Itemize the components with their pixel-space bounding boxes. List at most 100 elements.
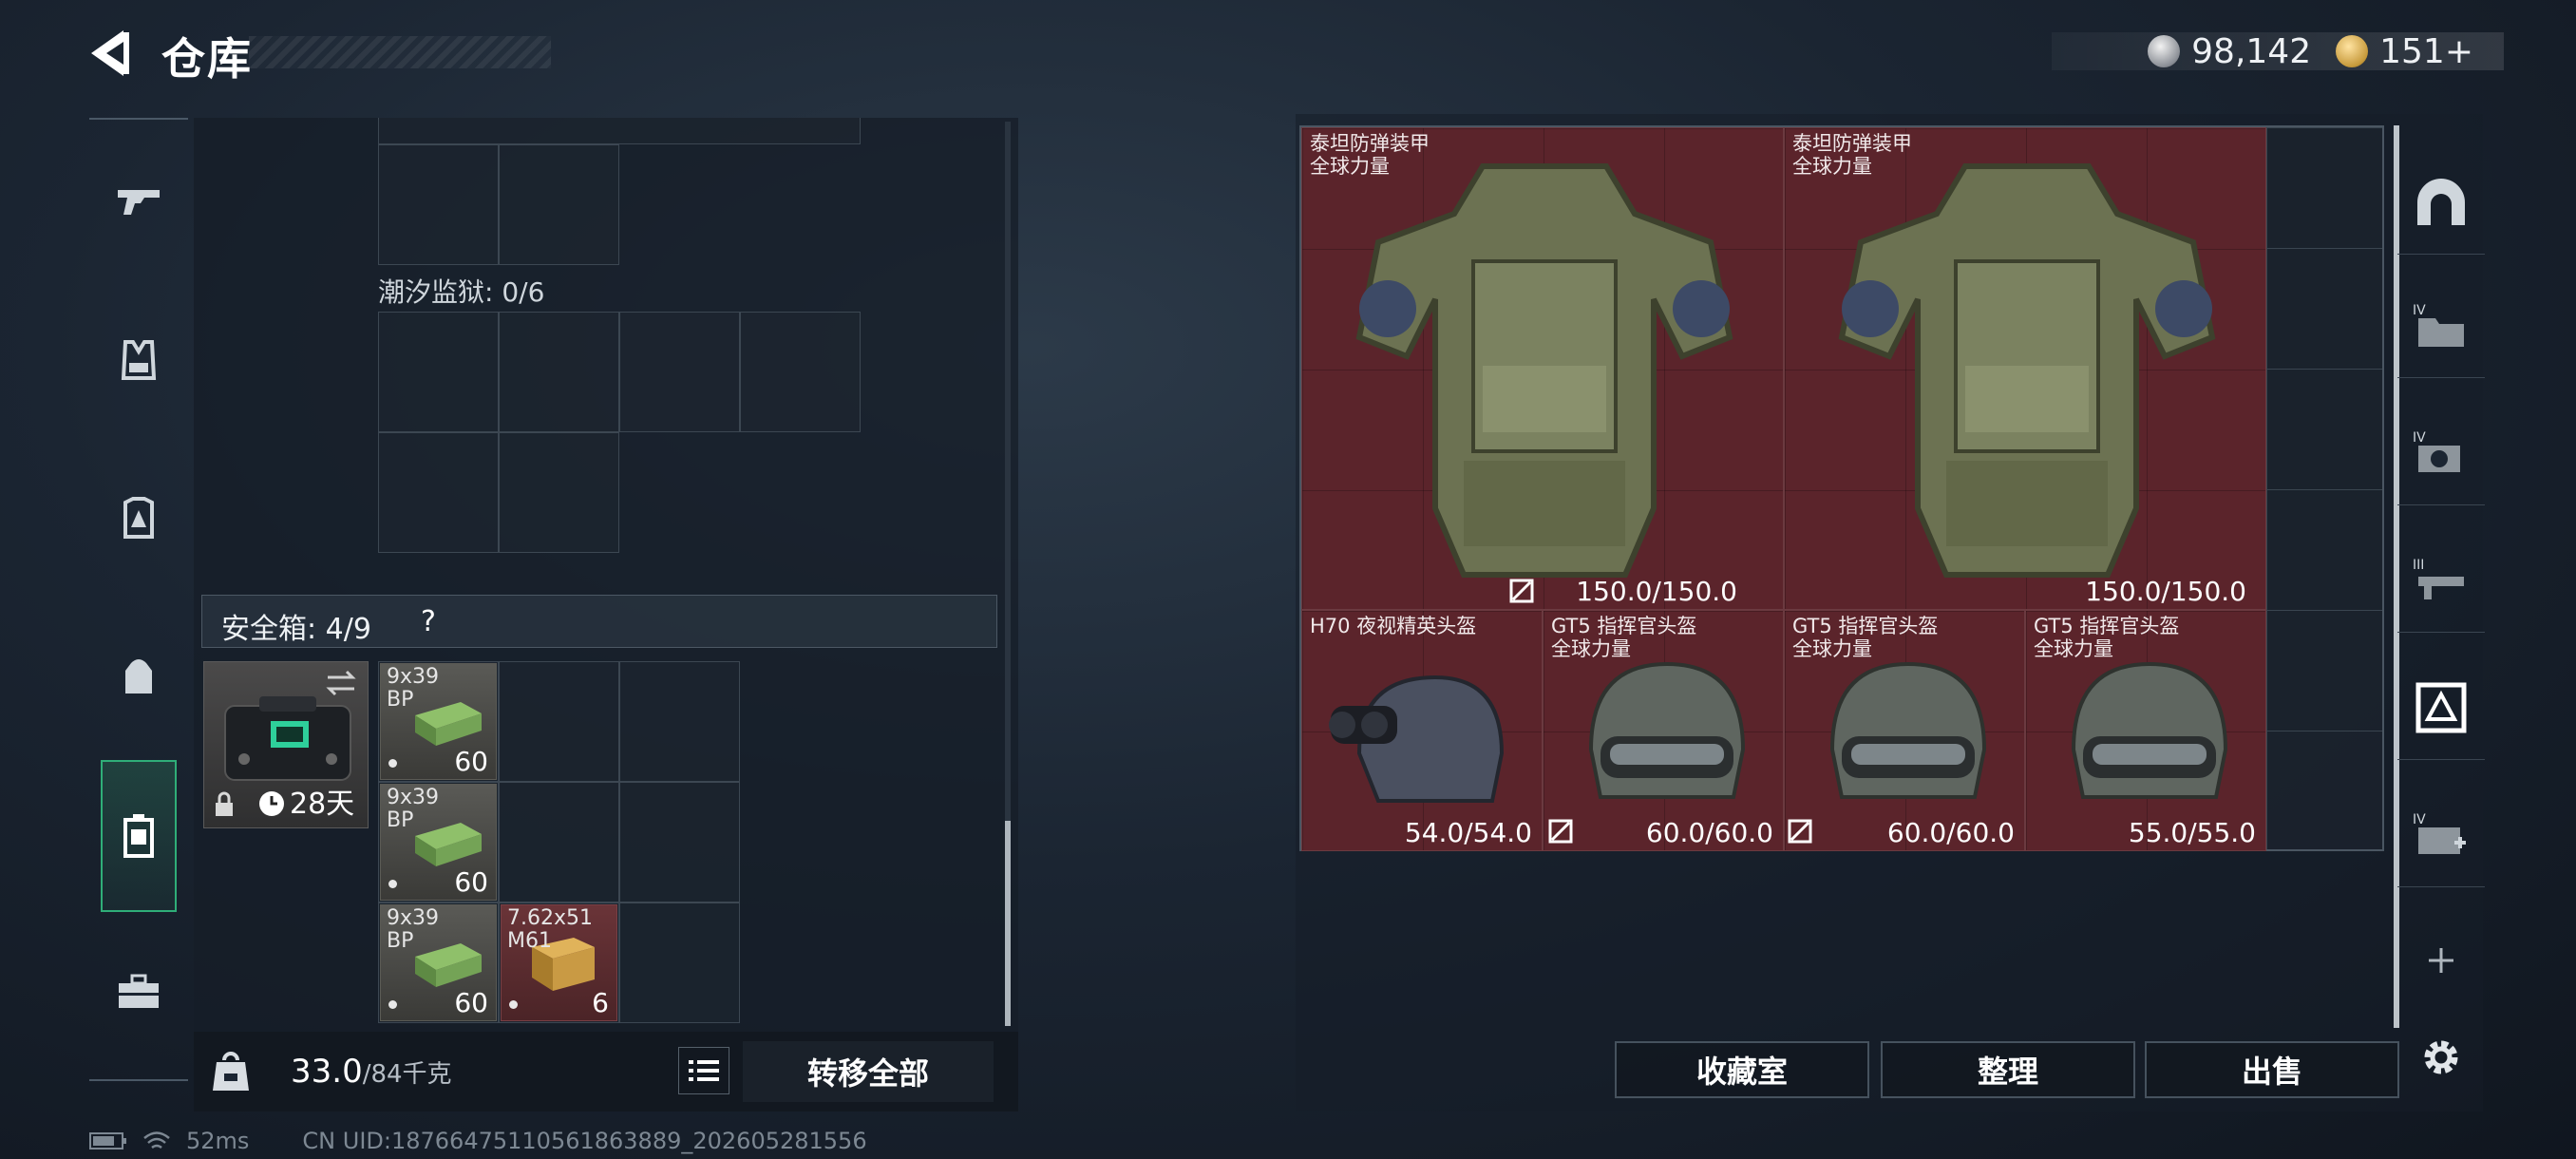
sell-button[interactable]: 出售 (2145, 1041, 2399, 1098)
category-backpack[interactable] (101, 638, 177, 714)
left-scrollbar[interactable] (1005, 821, 1011, 1026)
title-decoration (249, 36, 551, 68)
item-name: GT5 指挥官头盔 全球力量 (1792, 615, 1939, 660)
safe-slot[interactable] (619, 902, 740, 1023)
gear-box-icon: IV (2413, 430, 2460, 472)
sort-button[interactable]: 整理 (1881, 1041, 2135, 1098)
prison-slot[interactable] (740, 312, 861, 432)
item-name: GT5 指挥官头盔 全球力量 (1551, 615, 1697, 660)
folder-icon: IV (2413, 303, 2464, 347)
gold-coin-icon (2336, 35, 2369, 67)
prison-slot[interactable] (499, 432, 619, 553)
add-stash-button[interactable] (2397, 908, 2485, 1013)
clock-icon (259, 791, 284, 816)
status-dot (388, 759, 397, 768)
lock-icon (216, 791, 233, 816)
night-vision-helmet-picture (1329, 674, 1505, 803)
category-armor[interactable] (101, 481, 177, 557)
category-rail (89, 118, 188, 1081)
safe-slot[interactable] (619, 661, 740, 782)
prison-slot[interactable] (499, 312, 619, 432)
help-button[interactable]: ? (409, 603, 447, 641)
ping-value: 52ms (186, 1128, 250, 1154)
item-durability: 150.0/150.0 (2085, 576, 2246, 607)
stash-category-rail: IV IV III IV (2397, 118, 2485, 1079)
armor-picture (1838, 163, 2216, 578)
container-slot[interactable] (499, 144, 619, 265)
safe-box-icon (123, 814, 154, 858)
ammo-item[interactable]: 9x39 BP 60 (380, 663, 497, 780)
gold-coin-value[interactable]: 151+ (2379, 32, 2473, 71)
no-insurance-icon (1788, 819, 1812, 844)
helmet-item[interactable]: GT5 指挥官头盔 全球力量 60.0/60.0 (1784, 610, 2025, 851)
armor-icon (123, 497, 154, 539)
ammo-qty: 60 (454, 746, 488, 777)
item-durability: 60.0/60.0 (1886, 817, 2015, 848)
prison-slot[interactable] (378, 312, 499, 432)
container-slot[interactable] (378, 144, 499, 265)
stash-tab-4-active[interactable] (2397, 656, 2485, 760)
armor-item[interactable]: 泰坦防弹装甲 全球力量 150.0/150.0 (1784, 127, 2266, 610)
ammo-name: 9x39 BP (387, 786, 440, 832)
ammo-qty: 60 (454, 987, 488, 1018)
safe-case-timer: 28天 (290, 788, 355, 821)
stash-tab-5[interactable]: IV (2397, 783, 2485, 887)
gun-icon (118, 190, 160, 215)
prison-slot[interactable] (378, 432, 499, 553)
ammo-item[interactable]: 7.62x51 M61 6 (501, 904, 617, 1021)
item-durability: 60.0/60.0 (1645, 817, 1773, 848)
player-uid: CN UID:1876647511056186388​9_20260528155… (302, 1128, 867, 1154)
battery-icon (89, 1132, 126, 1150)
status-dot (388, 1000, 397, 1009)
svg-text:IV: IV (2413, 430, 2426, 446)
safe-case-picture (224, 696, 351, 781)
vest-icon (121, 340, 157, 380)
item-name: H70 夜视精英头盔 (1310, 615, 1477, 637)
safe-slot[interactable] (499, 782, 619, 902)
prison-container-label: 潮汐监狱: 0/6 (378, 276, 545, 308)
stash-tab-2[interactable]: IV (2397, 401, 2485, 505)
category-weapons[interactable] (101, 163, 177, 239)
helmet-item[interactable]: H70 夜视精英头盔 54.0/54.0 (1301, 610, 1543, 851)
no-insurance-icon (1509, 579, 1534, 603)
category-vest[interactable] (101, 323, 177, 399)
item-durability: 54.0/54.0 (1404, 817, 1532, 848)
helmet-picture (1588, 661, 1746, 799)
settings-button[interactable] (2397, 1005, 2485, 1110)
item-name: 泰坦防弹装甲 全球力量 (1792, 132, 1912, 178)
safe-case-item[interactable]: 28天 (203, 661, 369, 828)
safe-box-title: 安全箱: 4/9 (221, 613, 371, 646)
wifi-icon (143, 1131, 170, 1150)
helmet-item[interactable]: GT5 指挥官头盔 全球力量 60.0/60.0 (1543, 610, 1784, 851)
stash-tab-1[interactable]: IV (2397, 274, 2485, 378)
ammo-item[interactable]: 9x39 BP 60 (380, 784, 497, 901)
prison-slot[interactable] (619, 312, 740, 432)
ammo-qty: 60 (454, 866, 488, 898)
armor-item[interactable]: 泰坦防弹装甲 全球力量 150.0/150.0 (1301, 127, 1784, 610)
safe-slot[interactable] (499, 661, 619, 782)
stash-tab-main[interactable] (2397, 150, 2485, 255)
weight-max: /84千克 (362, 1060, 452, 1089)
weight-value: 33.0 (291, 1053, 363, 1091)
arch-icon (2417, 178, 2465, 225)
collection-room-button[interactable]: 收藏室 (1615, 1041, 1869, 1098)
back-arrow-icon (91, 30, 129, 76)
category-safe-box[interactable] (101, 760, 177, 912)
helmet-picture (1829, 661, 1987, 799)
stash-tab-3[interactable]: III (2397, 528, 2485, 633)
plus-icon (2429, 948, 2453, 973)
list-view-button[interactable] (678, 1047, 729, 1094)
safe-slot[interactable] (619, 782, 740, 902)
item-name: GT5 指挥官头盔 全球力量 (2034, 615, 2180, 660)
ammo-name: 7.62x51 M61 (507, 906, 593, 953)
weight-readout: 33.0/84千克 (291, 1053, 452, 1091)
page-title: 仓库 (161, 33, 253, 85)
helmet-item[interactable]: GT5 指挥官头盔 全球力量 55.0/55.0 (2025, 610, 2266, 851)
transfer-all-button[interactable]: 转移全部 (743, 1041, 994, 1102)
status-dot (509, 1000, 518, 1009)
no-insurance-icon (1548, 819, 1573, 844)
back-button[interactable] (85, 27, 142, 80)
ammo-item[interactable]: 9x39 BP 60 (380, 904, 497, 1021)
category-toolbox[interactable] (101, 954, 177, 1030)
toolbox-icon (119, 974, 159, 1008)
